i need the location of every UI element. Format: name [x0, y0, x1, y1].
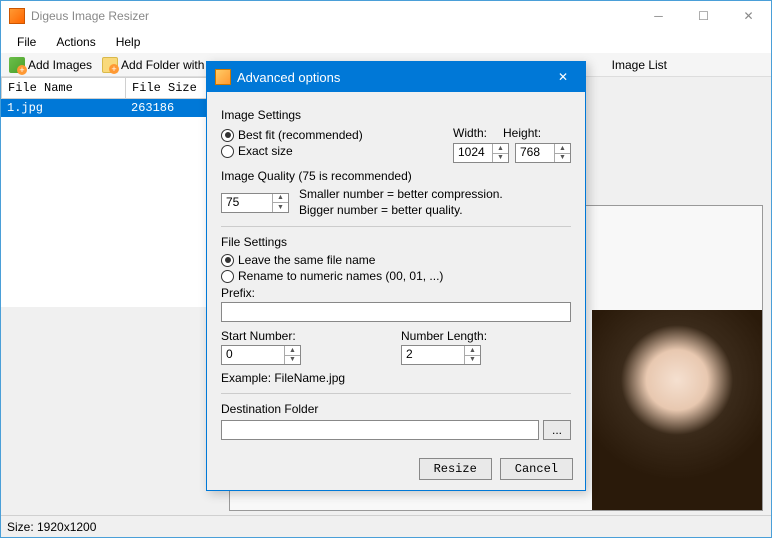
- leave-same-radio[interactable]: Leave the same file name: [221, 253, 571, 267]
- width-label: Width:: [453, 126, 487, 140]
- spinner-arrows-icon[interactable]: ▲▼: [492, 144, 508, 162]
- spinner-arrows-icon[interactable]: ▲▼: [284, 346, 300, 364]
- table-row[interactable]: 1.jpg 263186: [1, 99, 221, 117]
- file-list-panel: File Name File Size 1.jpg 263186: [1, 77, 221, 515]
- best-fit-label: Best fit (recommended): [238, 128, 363, 142]
- prefix-input[interactable]: [221, 302, 571, 322]
- menu-file[interactable]: File: [9, 33, 44, 51]
- image-quality-label: Image Quality (75 is recommended): [221, 169, 571, 183]
- quality-value: 75: [222, 194, 272, 212]
- number-length-value: 2: [402, 346, 464, 364]
- height-label: Height:: [503, 126, 541, 140]
- exact-size-label: Exact size: [238, 144, 293, 158]
- menubar: File Actions Help: [1, 31, 771, 53]
- quality-hint: Smaller number = better compression. Big…: [299, 187, 503, 218]
- file-settings-label: File Settings: [221, 235, 571, 249]
- exact-size-radio[interactable]: Exact size: [221, 144, 435, 158]
- resize-button[interactable]: Resize: [419, 458, 492, 480]
- advanced-options-dialog: Advanced options ✕ Image Settings Best f…: [206, 61, 586, 491]
- destination-label: Destination Folder: [221, 402, 571, 416]
- titlebar: Digeus Image Resizer ─ ☐ ✕: [1, 1, 771, 31]
- rename-numeric-radio[interactable]: Rename to numeric names (00, 01, ...): [221, 269, 571, 283]
- add-folder-label: Add Folder with: [121, 58, 204, 72]
- quality-hint-1: Smaller number = better compression.: [299, 187, 503, 203]
- radio-icon: [221, 270, 234, 283]
- list-empty-area: [1, 307, 221, 515]
- start-number-spinner[interactable]: 0 ▲▼: [221, 345, 301, 365]
- minimize-button[interactable]: ─: [636, 1, 681, 31]
- status-size: Size: 1920x1200: [7, 520, 96, 534]
- height-value: 768: [516, 144, 554, 162]
- dialog-body: Image Settings Best fit (recommended) Ex…: [207, 92, 585, 450]
- quality-spinner[interactable]: 75 ▲▼: [221, 193, 289, 213]
- separator: [221, 393, 571, 394]
- spinner-arrows-icon[interactable]: ▲▼: [272, 194, 288, 212]
- dialog-close-button[interactable]: ✕: [541, 62, 585, 92]
- menu-help[interactable]: Help: [108, 33, 149, 51]
- height-spinner[interactable]: 768 ▲▼: [515, 143, 571, 163]
- spinner-arrows-icon[interactable]: ▲▼: [554, 144, 570, 162]
- best-fit-radio[interactable]: Best fit (recommended): [221, 128, 435, 142]
- quality-hint-2: Bigger number = better quality.: [299, 203, 503, 219]
- width-value: 1024: [454, 144, 492, 162]
- prefix-label: Prefix:: [221, 286, 571, 300]
- dialog-titlebar[interactable]: Advanced options ✕: [207, 62, 585, 92]
- image-settings-label: Image Settings: [221, 108, 571, 122]
- start-number-value: 0: [222, 346, 284, 364]
- cancel-button[interactable]: Cancel: [500, 458, 573, 480]
- radio-icon: [221, 254, 234, 267]
- close-button[interactable]: ✕: [726, 1, 771, 31]
- preview-image: [592, 310, 762, 510]
- add-folder-button[interactable]: Add Folder with: [98, 56, 208, 74]
- separator: [221, 226, 571, 227]
- table-body: 1.jpg 263186: [1, 99, 221, 307]
- app-icon: [9, 8, 25, 24]
- width-spinner[interactable]: 1024 ▲▼: [453, 143, 509, 163]
- number-length-label: Number Length:: [401, 329, 571, 343]
- radio-icon: [221, 129, 234, 142]
- add-images-label: Add Images: [28, 58, 92, 72]
- table-header: File Name File Size: [1, 77, 221, 99]
- destination-input[interactable]: [221, 420, 539, 440]
- add-folder-icon: [102, 57, 118, 73]
- number-length-spinner[interactable]: 2 ▲▼: [401, 345, 481, 365]
- statusbar: Size: 1920x1200: [1, 515, 771, 537]
- maximize-button[interactable]: ☐: [681, 1, 726, 31]
- dialog-icon: [215, 69, 231, 85]
- dialog-title: Advanced options: [237, 70, 541, 85]
- col-file-name[interactable]: File Name: [2, 78, 126, 98]
- example-label: Example: FileName.jpg: [221, 371, 571, 385]
- cell-file-name: 1.jpg: [1, 99, 125, 117]
- add-images-icon: [9, 57, 25, 73]
- browse-button[interactable]: ...: [543, 420, 571, 440]
- spinner-arrows-icon[interactable]: ▲▼: [464, 346, 480, 364]
- rename-numeric-label: Rename to numeric names (00, 01, ...): [238, 269, 443, 283]
- add-images-button[interactable]: Add Images: [5, 56, 96, 74]
- window-title: Digeus Image Resizer: [31, 9, 636, 23]
- image-list-label: Image List: [612, 58, 667, 72]
- radio-icon: [221, 145, 234, 158]
- dialog-buttons: Resize Cancel: [207, 450, 585, 490]
- leave-same-label: Leave the same file name: [238, 253, 375, 267]
- start-number-label: Start Number:: [221, 329, 391, 343]
- menu-actions[interactable]: Actions: [48, 33, 103, 51]
